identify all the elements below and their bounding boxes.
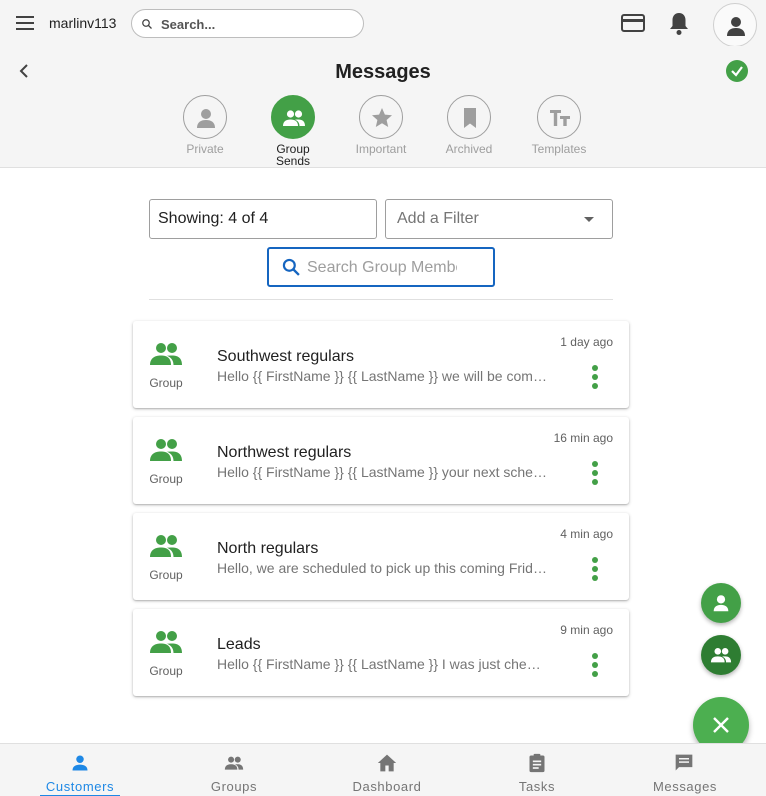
nav-groups-label: Groups xyxy=(210,779,258,794)
message-type-label: Group xyxy=(149,568,183,582)
top-app-bar: marlinv113 xyxy=(0,0,766,47)
message-title: Leads xyxy=(217,636,261,653)
tab-important-label: Important xyxy=(355,142,407,156)
new-private-message-button[interactable] xyxy=(701,583,741,623)
account-icon xyxy=(727,17,745,36)
search-icon xyxy=(142,19,152,29)
nav-tasks[interactable]: Tasks xyxy=(502,744,572,796)
person-icon xyxy=(713,595,729,612)
tab-templates[interactable]: Templates xyxy=(519,95,599,155)
group-icon xyxy=(150,535,182,557)
messages-header: Messages Private Group Sends Important Ar… xyxy=(0,46,766,168)
message-card[interactable]: Group Northwest regulars Hello {{ FirstN… xyxy=(133,417,629,504)
message-card[interactable]: Group North regulars Hello, we are sched… xyxy=(133,513,629,600)
message-type-label: Group xyxy=(149,664,183,678)
message-time: 1 day ago xyxy=(560,335,613,349)
chat-icon xyxy=(675,754,693,771)
message-preview: Hello {{ FirstName }} {{ LastName }} you… xyxy=(217,464,547,480)
group-member-search-input[interactable] xyxy=(307,258,457,278)
close-icon xyxy=(713,717,729,733)
message-time: 16 min ago xyxy=(553,431,613,445)
tab-group-sends[interactable]: Group Sends xyxy=(253,95,333,167)
tab-private-label: Private xyxy=(186,142,224,156)
account-button[interactable] xyxy=(713,3,757,47)
new-group-message-button[interactable] xyxy=(701,635,741,675)
dropdown-caret-icon xyxy=(584,217,594,222)
tab-group-sends-label-line2: Sends xyxy=(275,154,311,168)
add-filter-placeholder: Add a Filter xyxy=(397,210,479,227)
page-title: Messages xyxy=(335,61,431,83)
group-icon xyxy=(224,756,244,770)
message-title: Southwest regulars xyxy=(217,348,354,365)
message-type-label: Group xyxy=(149,472,183,486)
group-icon xyxy=(150,631,182,653)
more-vert-icon[interactable] xyxy=(585,365,598,393)
nav-messages[interactable]: Messages xyxy=(645,744,725,796)
showing-count: Showing: 4 of 4 xyxy=(149,199,377,239)
tab-archived[interactable]: Archived xyxy=(429,95,509,155)
credit-card-icon[interactable] xyxy=(621,12,645,34)
group-icon xyxy=(150,439,182,461)
tab-important[interactable]: Important xyxy=(341,95,421,155)
nav-dashboard[interactable]: Dashboard xyxy=(343,744,431,796)
add-filter-select[interactable]: Add a Filter xyxy=(385,199,613,239)
tab-templates-label: Templates xyxy=(531,142,587,156)
tab-archived-label: Archived xyxy=(445,142,493,156)
person-icon xyxy=(72,755,88,771)
menu-icon[interactable] xyxy=(14,12,36,34)
message-type-label: Group xyxy=(149,376,183,390)
message-title: North regulars xyxy=(217,540,319,557)
nav-tasks-label: Tasks xyxy=(518,779,556,794)
tab-private[interactable]: Private xyxy=(165,95,245,155)
clipboard-icon xyxy=(529,753,545,773)
message-time: 4 min ago xyxy=(560,527,613,541)
message-preview: Hello, we are scheduled to pick up this … xyxy=(217,560,547,576)
group-member-search[interactable] xyxy=(267,247,495,287)
search-icon xyxy=(282,258,300,276)
group-icon xyxy=(150,343,182,365)
divider xyxy=(149,299,613,300)
nav-customers-label: Customers xyxy=(45,779,115,794)
nav-messages-label: Messages xyxy=(652,779,718,794)
nav-groups[interactable]: Groups xyxy=(194,744,274,796)
global-search[interactable] xyxy=(131,9,364,38)
message-preview: Hello {{ FirstName }} {{ LastName }} I w… xyxy=(217,656,547,672)
group-icon xyxy=(283,110,305,126)
bookmark-icon xyxy=(464,108,476,128)
message-card[interactable]: Group Southwest regulars Hello {{ FirstN… xyxy=(133,321,629,408)
nav-customers[interactable]: Customers xyxy=(40,744,120,796)
nav-dashboard-label: Dashboard xyxy=(352,779,422,794)
person-icon xyxy=(197,109,215,128)
bell-icon[interactable] xyxy=(667,11,691,37)
tab-group-sends-label: Group Sends xyxy=(253,143,333,167)
more-vert-icon[interactable] xyxy=(585,653,598,681)
message-card[interactable]: Group Leads Hello {{ FirstName }} {{ Las… xyxy=(133,609,629,696)
message-preview: Hello {{ FirstName }} {{ LastName }} we … xyxy=(217,368,547,384)
more-vert-icon[interactable] xyxy=(585,557,598,585)
bottom-navigation: Customers Groups Dashboard Tasks Message… xyxy=(0,743,766,796)
message-time: 9 min ago xyxy=(560,623,613,637)
check-icon[interactable] xyxy=(726,60,748,82)
more-vert-icon[interactable] xyxy=(585,461,598,489)
message-title: Northwest regulars xyxy=(217,444,352,461)
group-icon xyxy=(710,648,732,663)
global-search-input[interactable] xyxy=(161,15,356,33)
text-format-icon xyxy=(550,110,570,126)
home-icon xyxy=(377,754,397,772)
star-icon xyxy=(372,108,392,127)
username: marlinv113 xyxy=(49,15,117,31)
